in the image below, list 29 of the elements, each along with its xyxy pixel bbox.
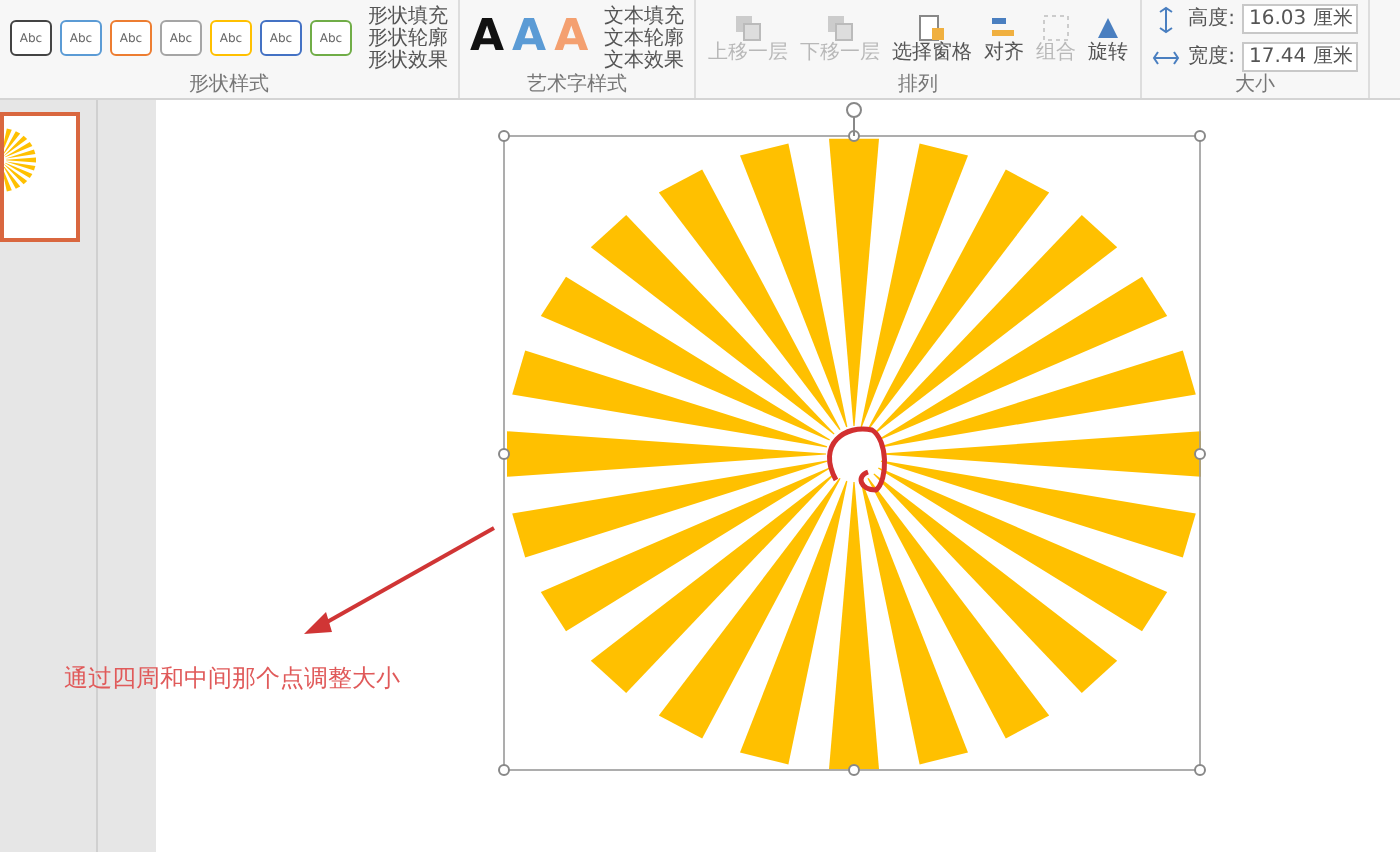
- ribbon-menu-item[interactable]: 形状填充: [368, 5, 448, 27]
- group-label: 排列: [896, 74, 941, 98]
- rotate-handle[interactable]: [846, 102, 862, 137]
- layers-icon: [734, 13, 763, 41]
- ribbon-menu-item[interactable]: 文本填充: [604, 5, 685, 27]
- field-label: 高度:: [1188, 6, 1235, 32]
- pane-icon: [918, 13, 947, 41]
- ribbon-button[interactable]: 对齐: [982, 13, 1027, 63]
- dashed-square-icon: [1042, 13, 1071, 41]
- ribbon-button[interactable]: 选择窗格: [890, 13, 975, 63]
- ribbon-menu-item[interactable]: 文本轮廓: [604, 27, 685, 49]
- caption-text: 通过四周和中间那个点调整大小: [64, 662, 400, 696]
- group-label: 大小: [1233, 74, 1278, 98]
- field-label: 宽度:: [1188, 44, 1235, 70]
- wordart-style[interactable]: A: [470, 10, 505, 66]
- slide-thumbnail[interactable]: [0, 112, 80, 242]
- ribbon-menu-item[interactable]: 形状轮廓: [368, 27, 448, 49]
- ribbon-menu-item[interactable]: 文本效果: [604, 49, 685, 71]
- layers-icon: [826, 13, 855, 41]
- group-label: 艺术字样式: [525, 74, 630, 98]
- ribbon-button[interactable]: 旋转: [1086, 13, 1131, 63]
- scribble-drawing: [827, 426, 887, 493]
- group-label: 形状样式: [187, 74, 271, 98]
- sunburst-drawing: [4, 128, 36, 192]
- ribbon-menu-item[interactable]: 形状效果: [368, 49, 448, 71]
- align-icon: [990, 13, 1019, 41]
- size-field[interactable]: 17.44 厘米: [1242, 42, 1359, 72]
- triangle-icon: [1094, 13, 1123, 41]
- size-field[interactable]: 16.03 厘米: [1242, 4, 1359, 34]
